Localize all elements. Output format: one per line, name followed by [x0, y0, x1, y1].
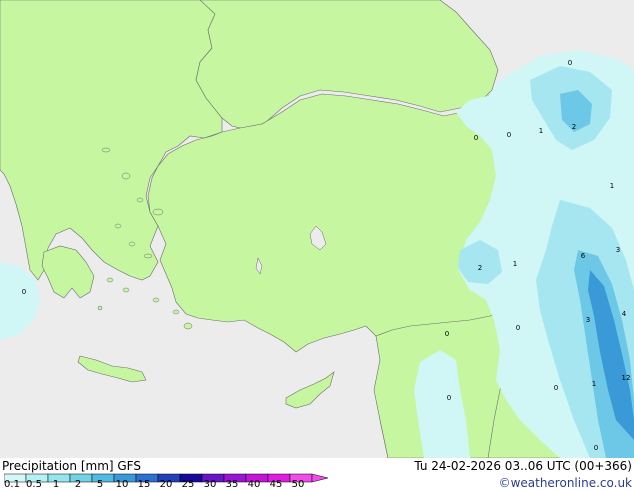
legend-tick-label: 45	[269, 479, 283, 490]
precip-value-label: 4	[622, 310, 627, 318]
legend-tick-label: 1	[52, 479, 60, 490]
legend-tick-label: 20	[159, 479, 173, 490]
legend-tick-label: 0.1	[4, 479, 20, 490]
legend-tick-label: 50	[291, 479, 305, 490]
legend-tick-label: 40	[247, 479, 261, 490]
precip-value-label: 12	[622, 374, 631, 382]
precip-value-label: 0	[507, 131, 511, 139]
precip-value-label: 0	[474, 134, 478, 142]
legend-tick-label: 0.5	[26, 479, 42, 490]
precip-value-label: 0	[594, 444, 598, 452]
precip-value-label: 0	[445, 330, 449, 338]
precip-value-label: 3	[616, 246, 620, 254]
legend-tick-label: 30	[203, 479, 217, 490]
legend-tick-label: 2	[74, 479, 82, 490]
precipitation-map: 0 1 2 0 0 1 2 1 6 3 3 4 0 0 12 1 0 0 0 0	[0, 0, 634, 459]
precip-value-label: 1	[610, 182, 614, 190]
credit[interactable]: ©weatheronline.co.uk	[499, 476, 632, 490]
precip-value-label: 1	[592, 380, 596, 388]
precip-value-label: 1	[539, 127, 543, 135]
legend-tick-label: 35	[225, 479, 239, 490]
precip-value-label: 0	[447, 394, 451, 402]
legend-tick-label: 25	[181, 479, 195, 490]
map-footer: Precipitation [mm] GFS Tu 24-02-2026 03.…	[0, 458, 634, 490]
precip-value-label: 0	[22, 288, 26, 296]
map-canvas: 01 20012 16334001210000	[0, 0, 634, 459]
legend-tick-label: 10	[115, 479, 129, 490]
precip-value-label: 0	[568, 59, 572, 67]
precip-value-label: 6	[581, 252, 586, 260]
legend-tick-label: 5	[96, 479, 104, 490]
precip-value-label: 0	[554, 384, 558, 392]
forecast-datetime: Tu 24-02-2026 03..06 UTC (00+366)	[414, 459, 632, 473]
precip-value-label: 2	[478, 264, 482, 272]
precip-value-label: 0	[516, 324, 520, 332]
precip-value-label: 3	[586, 316, 590, 324]
legend-arrow	[311, 473, 329, 483]
map-title: Precipitation [mm] GFS	[2, 459, 141, 473]
precip-value-label: 1	[513, 260, 517, 268]
legend-tick-label: 15	[137, 479, 151, 490]
precip-value-label: 2	[572, 123, 576, 131]
